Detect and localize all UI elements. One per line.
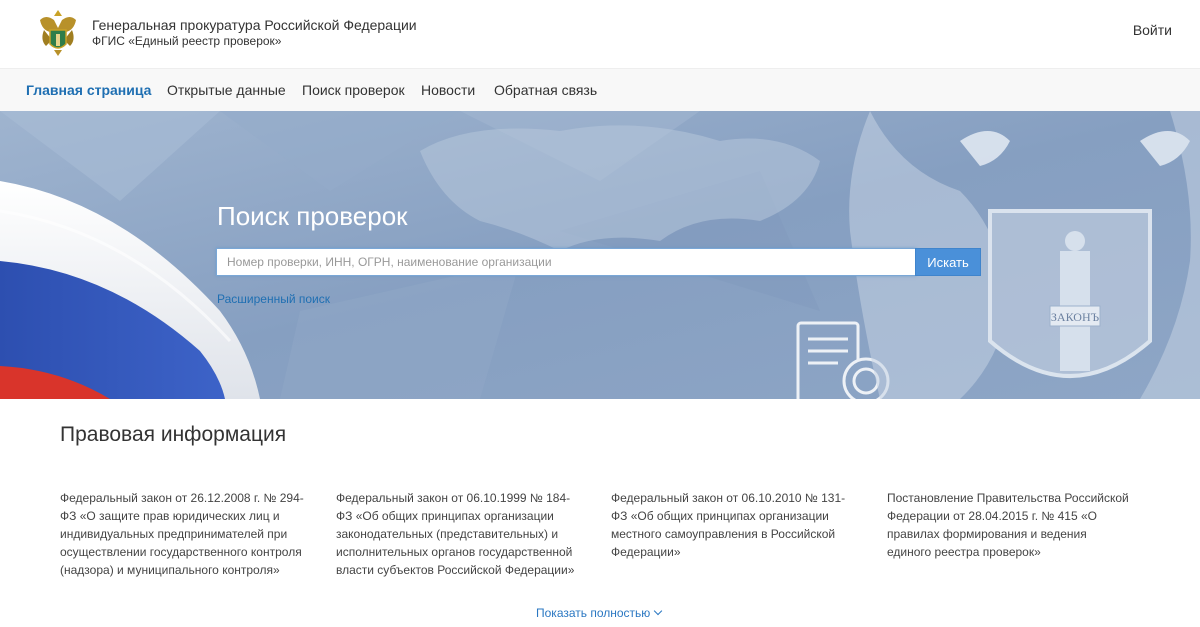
nav-item-open-data[interactable]: Открытые данные (167, 82, 286, 98)
legal-item[interactable]: Федеральный закон от 06.10.1999 № 184-ФЗ… (336, 489, 581, 579)
advanced-search-link[interactable]: Расширенный поиск (217, 292, 330, 306)
login-link[interactable]: Войти (1133, 22, 1172, 38)
hero-title: Поиск проверок (217, 201, 408, 231)
legal-info-title: Правовая информация (60, 423, 287, 446)
show-more-label: Показать полностью (536, 606, 651, 620)
chevron-down-icon (654, 606, 663, 616)
search-box (216, 248, 916, 276)
main-nav: Главная страница Открытые данные Поиск п… (0, 68, 1200, 111)
nav-item-news[interactable]: Новости (421, 82, 475, 98)
search-button[interactable]: Искать (915, 248, 981, 276)
nav-item-feedback[interactable]: Обратная связь (494, 82, 597, 98)
legal-item[interactable]: Федеральный закон от 26.12.2008 г. № 294… (60, 489, 305, 579)
double-headed-eagle-emblem-icon[interactable] (36, 6, 80, 58)
svg-text:ЗАКОНЪ: ЗАКОНЪ (1051, 310, 1100, 324)
org-subtitle: ФГИС «Единый реестр проверок» (92, 34, 282, 48)
search-input[interactable] (217, 249, 915, 275)
legal-item[interactable]: Федеральный закон от 06.10.2010 № 131-ФЗ… (611, 489, 856, 561)
nav-item-home[interactable]: Главная страница (26, 82, 151, 98)
legal-item[interactable]: Постановление Правительства Российской Ф… (887, 489, 1132, 561)
hero-banner: ЗАКОНЪ Поиск проверок Искать Расширенный… (0, 111, 1200, 399)
org-name: Генеральная прокуратура Российской Федер… (92, 17, 417, 33)
show-more-link[interactable]: Показать полностью (536, 606, 663, 620)
nav-item-inspection-search[interactable]: Поиск проверок (302, 82, 405, 98)
site-header: Генеральная прокуратура Российской Федер… (0, 0, 1200, 68)
